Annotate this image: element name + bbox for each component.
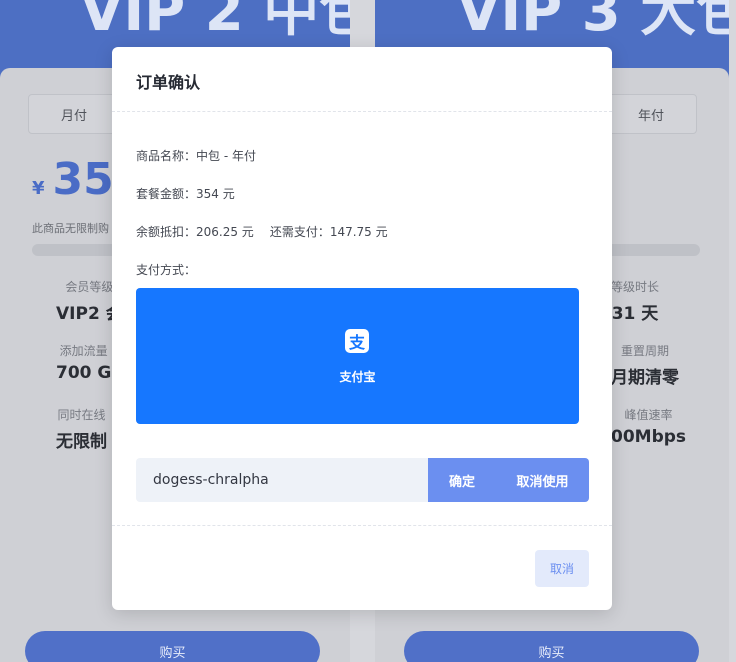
payment-option-label: 支付宝 <box>339 370 376 384</box>
cancel-coupon-button[interactable]: 取消使用 <box>496 458 589 502</box>
buy-button-right[interactable]: 购买 <box>404 631 699 662</box>
stat-reset-cycle: 重置周期 月期清零 <box>611 342 679 388</box>
stat-value: 00Mbps <box>611 427 687 447</box>
stat-value: 无限制 <box>56 432 107 452</box>
stat-label: 同时在线 <box>57 408 106 422</box>
stat-peak-speed: 峰值速率 00Mbps <box>611 406 686 447</box>
price-note: 此商品无限制购 <box>32 222 109 235</box>
product-name: 商品名称：中包 - 年付 <box>136 149 256 163</box>
dialog-title: 订单确认 <box>136 73 201 92</box>
period-toggle-monthly[interactable]: 月付 <box>28 94 120 134</box>
usage-bar <box>605 244 700 256</box>
stat-value: 31 天 <box>611 304 659 324</box>
cancel-button[interactable]: 取消 <box>535 550 589 587</box>
stat-traffic: 添加流量 700 G <box>56 342 111 383</box>
divider <box>112 111 612 112</box>
payment-method-label: 支付方式： <box>136 263 197 277</box>
stat-label: 峰值速率 <box>624 408 673 422</box>
stat-label: 重置周期 <box>620 344 669 358</box>
period-toggle-yearly[interactable]: 年付 <box>605 94 697 134</box>
coupon-input[interactable] <box>136 458 429 502</box>
buy-button-left[interactable]: 购买 <box>25 631 320 662</box>
price-value: 35 <box>52 154 114 205</box>
plan-title-left: VIP 2 中包 <box>80 0 350 44</box>
price-display: ¥ 35 <box>32 154 114 205</box>
stat-label: 添加流量 <box>59 344 108 358</box>
stat-value: 700 G <box>56 363 112 383</box>
divider <box>112 525 612 526</box>
package-amount: 套餐金额：354 元 <box>136 187 235 201</box>
balance-line: 余额抵扣：206.25 元 还需支付：147.75 元 <box>136 223 388 240</box>
order-confirm-dialog: 订单确认 商品名称：中包 - 年付 套餐金额：354 元 余额抵扣：206.25… <box>112 47 612 610</box>
payment-option-alipay[interactable]: 支 支付宝 <box>136 288 579 424</box>
stat-label: 等级时长 <box>611 280 660 294</box>
alipay-icon: 支 <box>345 329 369 353</box>
stat-value: 月期清零 <box>611 368 679 388</box>
currency-symbol: ¥ <box>32 178 45 199</box>
coupon-row: 确定 取消使用 <box>136 458 589 502</box>
stat-duration: 等级时长 31 天 <box>611 278 659 324</box>
remaining-payment: 还需支付：147.75 元 <box>269 225 388 239</box>
plan-title-right: VIP 3 大包 <box>457 0 729 44</box>
stat-online: 同时在线 无限制 <box>56 406 107 452</box>
confirm-coupon-button[interactable]: 确定 <box>428 458 496 502</box>
balance-deduction: 余额抵扣：206.25 元 <box>136 225 254 239</box>
